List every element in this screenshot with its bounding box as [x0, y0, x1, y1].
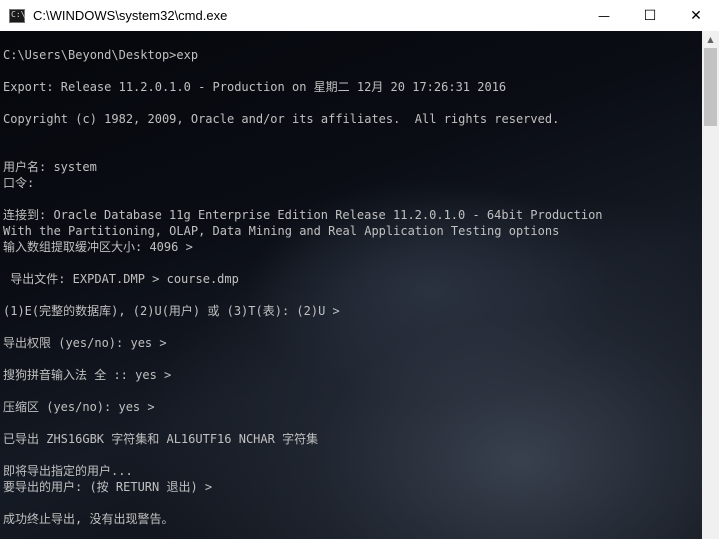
title-bar[interactable]: C:\ C:\WINDOWS\system32\cmd.exe — ☐ ✕: [0, 0, 719, 31]
console-line: (1)E(完整的数据库), (2)U(用户) 或 (3)T(表): (2)U >: [3, 304, 340, 318]
console-line: 即将导出指定的用户...: [3, 464, 133, 478]
console-line: 导出权限 (yes/no): yes >: [3, 336, 167, 350]
vertical-scrollbar[interactable]: ▲: [702, 31, 719, 539]
console-line: Copyright (c) 1982, 2009, Oracle and/or …: [3, 112, 560, 126]
scroll-up-arrow-icon[interactable]: ▲: [702, 31, 719, 48]
cmd-app-icon[interactable]: C:\: [9, 8, 26, 23]
cmd-icon-glyph: C:\: [11, 9, 26, 19]
minimize-icon: —: [598, 8, 610, 23]
maximize-icon: ☐: [643, 7, 657, 24]
console-line: 压缩区 (yes/no): yes >: [3, 400, 155, 414]
cmd-window: C:\ C:\WINDOWS\system32\cmd.exe — ☐ ✕ C:…: [0, 0, 719, 539]
close-button[interactable]: ✕: [673, 0, 719, 31]
console-line: 搜狗拼音输入法 全 :: yes >: [3, 368, 172, 382]
window-title: C:\WINDOWS\system32\cmd.exe: [33, 8, 228, 23]
console-area[interactable]: C:\Users\Beyond\Desktop>exp Export: Relea…: [0, 31, 702, 539]
console-output: C:\Users\Beyond\Desktop>exp Export: Relea…: [3, 31, 603, 527]
close-icon: ✕: [690, 7, 702, 24]
console-line: 已导出 ZHS16GBK 字符集和 AL16UTF16 NCHAR 字符集: [3, 432, 319, 446]
scrollbar-thumb[interactable]: [704, 48, 717, 126]
console-line: 用户名: system: [3, 160, 97, 174]
console-line: 口令:: [3, 176, 35, 190]
console-line: C:\Users\Beyond\Desktop>exp: [3, 48, 199, 62]
console-line: 成功终止导出, 没有出现警告。: [3, 512, 174, 526]
console-line: 导出文件: EXPDAT.DMP > course.dmp: [3, 272, 239, 286]
minimize-button[interactable]: —: [581, 0, 627, 31]
maximize-button[interactable]: ☐: [627, 0, 673, 31]
console-line: 要导出的用户: (按 RETURN 退出) >: [3, 480, 213, 494]
console-line: Export: Release 11.2.0.1.0 - Production …: [3, 80, 507, 94]
console-line: 连接到: Oracle Database 11g Enterprise Edit…: [3, 208, 603, 222]
console-line: 输入数组提取缓冲区大小: 4096 >: [3, 240, 193, 254]
console-line: With the Partitioning, OLAP, Data Mining…: [3, 224, 560, 238]
